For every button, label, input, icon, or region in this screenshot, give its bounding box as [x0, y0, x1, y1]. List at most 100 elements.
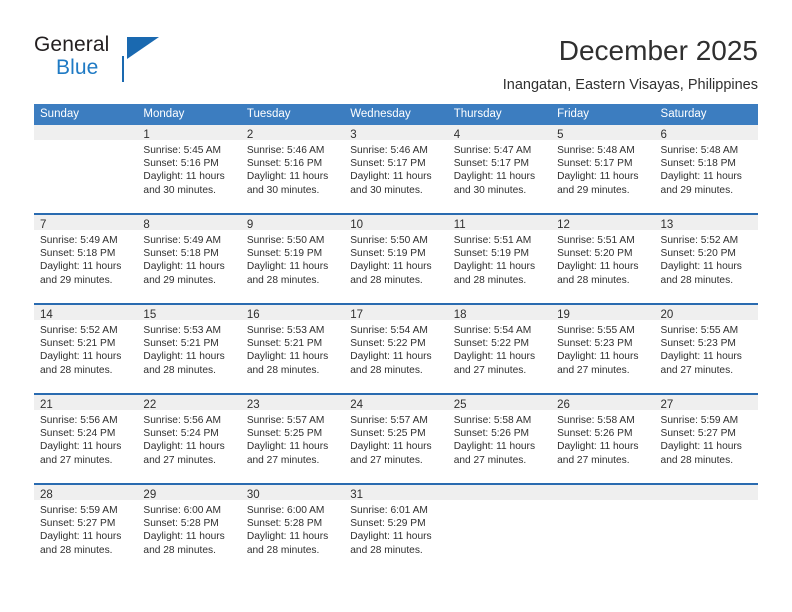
- daylight-duration-line1: Daylight: 11 hours: [350, 261, 432, 273]
- calendar-day-cell[interactable]: 15 Sunrise: 5:53 AM Sunset: 5:21 PM Dayligh…: [137, 305, 241, 393]
- sunset-time: Sunset: 5:26 PM: [557, 428, 633, 440]
- day-number-band: 25: [447, 395, 552, 411]
- calendar-week-row: 1 Sunrise: 5:45 AM Sunset: 5:16 PM Daylight…: [34, 125, 758, 213]
- day-number: 13: [660, 219, 674, 231]
- day-number: 23: [246, 399, 260, 411]
- weekday-header-sunday: Sunday: [40, 108, 80, 120]
- day-number-band: 19: [551, 305, 655, 321]
- day-details: Sunrise: 5:50 AM Sunset: 5:19 PM Daylight:…: [241, 230, 344, 287]
- calendar-day-cell[interactable]: 2 Sunrise: 5:46 AM Sunset: 5:16 PM Daylight…: [240, 125, 345, 213]
- calendar-day-cell[interactable]: 5 Sunrise: 5:48 AM Sunset: 5:17 PM Daylight…: [551, 125, 655, 213]
- daylight-duration-line2: and 28 minutes.: [557, 274, 630, 286]
- sunrise-time: Sunrise: 5:54 AM: [453, 325, 532, 336]
- calendar-day-cell[interactable]: 7 Sunrise: 5:49 AM Sunset: 5:18 PM Daylight…: [34, 215, 138, 303]
- sunset-time: Sunset: 5:22 PM: [350, 338, 426, 350]
- calendar-day-cell[interactable]: 4 Sunrise: 5:47 AM Sunset: 5:17 PM Daylight…: [447, 125, 552, 213]
- sunrise-time: Sunrise: 5:58 AM: [453, 415, 532, 426]
- page-header: General Blue December 2025 Inangatan, Ea…: [0, 0, 792, 100]
- day-number-band: 3: [344, 125, 448, 141]
- calendar-day-cell[interactable]: 17 Sunrise: 5:54 AM Sunset: 5:22 PM Dayligh…: [344, 305, 448, 393]
- daylight-duration-line1: Daylight: 11 hours: [40, 441, 122, 453]
- calendar-day-cell[interactable]: 26 Sunrise: 5:58 AM Sunset: 5:26 PM Dayligh…: [551, 395, 655, 483]
- calendar-week-cells: 7 Sunrise: 5:49 AM Sunset: 5:18 PM Daylight…: [34, 215, 758, 303]
- calendar-day-cell[interactable]: 10 Sunrise: 5:50 AM Sunset: 5:19 PM Dayligh…: [344, 215, 448, 303]
- sunset-time: Sunset: 5:28 PM: [246, 518, 323, 530]
- sunset-time: Sunset: 5:21 PM: [143, 338, 219, 350]
- daylight-duration-line1: Daylight: 11 hours: [453, 441, 536, 453]
- calendar-day-cell[interactable]: 24 Sunrise: 5:57 AM Sunset: 5:25 PM Dayligh…: [344, 395, 448, 483]
- calendar-day-cell[interactable]: 3 Sunrise: 5:46 AM Sunset: 5:17 PM Daylight…: [344, 125, 448, 213]
- sunrise-time: Sunrise: 5:58 AM: [557, 415, 635, 426]
- calendar-day-cell[interactable]: 19 Sunrise: 5:55 AM Sunset: 5:23 PM Dayligh…: [551, 305, 655, 393]
- day-number: 12: [557, 219, 570, 231]
- calendar-day-cell[interactable]: 22 Sunrise: 5:56 AM Sunset: 5:24 PM Dayligh…: [137, 395, 241, 483]
- day-number: 25: [453, 399, 467, 411]
- day-number-band: 2: [240, 125, 345, 141]
- calendar-day-cell[interactable]: 20 Sunrise: 5:55 AM Sunset: 5:23 PM Dayligh…: [654, 305, 758, 393]
- calendar-day-cell[interactable]: 27 Sunrise: 5:59 AM Sunset: 5:27 PM Dayligh…: [654, 395, 758, 483]
- calendar-day-cell-empty: [34, 125, 138, 213]
- daylight-duration-line1: Daylight: 11 hours: [660, 171, 742, 183]
- day-number-band: [551, 485, 655, 500]
- daylight-duration-line1: Daylight: 11 hours: [246, 441, 329, 453]
- day-number: 11: [453, 219, 466, 231]
- day-number: 17: [350, 309, 364, 321]
- sunset-time: Sunset: 5:20 PM: [557, 248, 633, 260]
- calendar-day-cell[interactable]: 12 Sunrise: 5:51 AM Sunset: 5:20 PM Dayligh…: [551, 215, 655, 303]
- sunset-time: Sunset: 5:21 PM: [40, 338, 116, 350]
- day-details: Sunrise: 5:46 AM Sunset: 5:16 PM Daylight:…: [241, 140, 344, 197]
- sunrise-time: Sunrise: 5:54 AM: [350, 325, 428, 336]
- calendar-day-cell[interactable]: 29 Sunrise: 6:00 AM Sunset: 5:28 PM Dayligh…: [137, 485, 241, 573]
- calendar-day-cell[interactable]: 25 Sunrise: 5:58 AM Sunset: 5:26 PM Dayligh…: [447, 395, 552, 483]
- day-details: Sunrise: 5:51 AM Sunset: 5:19 PM Daylight:…: [448, 230, 551, 287]
- daylight-duration-line2: and 30 minutes.: [350, 184, 423, 196]
- day-details: Sunrise: 5:53 AM Sunset: 5:21 PM Daylight:…: [241, 320, 344, 377]
- calendar-day-cell[interactable]: 28 Sunrise: 5:59 AM Sunset: 5:27 PM Dayligh…: [34, 485, 138, 573]
- brand-name-blue: Blue: [56, 56, 99, 79]
- calendar-day-cell[interactable]: 14 Sunrise: 5:52 AM Sunset: 5:21 PM Dayligh…: [34, 305, 138, 393]
- daylight-duration-line2: and 28 minutes.: [350, 364, 423, 376]
- day-number: 21: [40, 399, 53, 411]
- day-number-band: [34, 125, 138, 140]
- sunset-time: Sunset: 5:19 PM: [453, 248, 530, 260]
- day-number: 29: [143, 489, 157, 501]
- calendar-day-cell[interactable]: 18 Sunrise: 5:54 AM Sunset: 5:22 PM Dayligh…: [447, 305, 552, 393]
- day-number: 26: [557, 399, 570, 411]
- sunrise-time: Sunrise: 5:47 AM: [453, 145, 532, 156]
- sunrise-time: Sunrise: 5:48 AM: [660, 145, 739, 156]
- calendar-day-cell[interactable]: 16 Sunrise: 5:53 AM Sunset: 5:21 PM Dayligh…: [240, 305, 345, 393]
- calendar-day-cell[interactable]: 6 Sunrise: 5:48 AM Sunset: 5:18 PM Daylight…: [654, 125, 758, 213]
- calendar-day-cell[interactable]: 11 Sunrise: 5:51 AM Sunset: 5:19 PM Dayligh…: [447, 215, 552, 303]
- calendar-day-cell[interactable]: 8 Sunrise: 5:49 AM Sunset: 5:18 PM Daylight…: [137, 215, 241, 303]
- calendar-day-cell[interactable]: 9 Sunrise: 5:50 AM Sunset: 5:19 PM Daylight…: [240, 215, 345, 303]
- calendar-day-cell[interactable]: 23 Sunrise: 5:57 AM Sunset: 5:25 PM Dayligh…: [240, 395, 345, 483]
- calendar-week-row: 7 Sunrise: 5:49 AM Sunset: 5:18 PM Daylight…: [34, 213, 758, 303]
- calendar-day-cell[interactable]: 21 Sunrise: 5:56 AM Sunset: 5:24 PM Dayligh…: [34, 395, 138, 483]
- daylight-duration-line2: and 27 minutes.: [40, 454, 113, 466]
- daylight-duration-line2: and 30 minutes.: [453, 184, 527, 196]
- sunset-time: Sunset: 5:19 PM: [350, 248, 426, 260]
- daylight-duration-line2: and 28 minutes.: [453, 274, 527, 286]
- page-title: December 2025: [558, 35, 758, 66]
- calendar-day-cell[interactable]: 13 Sunrise: 5:52 AM Sunset: 5:20 PM Dayligh…: [654, 215, 758, 303]
- calendar-day-cell-empty: [447, 485, 552, 573]
- calendar-day-cell[interactable]: 31 Sunrise: 6:01 AM Sunset: 5:29 PM Dayligh…: [344, 485, 448, 573]
- calendar-grid: Sunday Monday Tuesday Wednesday Thursday…: [34, 104, 758, 573]
- sunrise-time: Sunrise: 5:59 AM: [660, 415, 739, 426]
- day-number-band: 1: [137, 125, 241, 141]
- day-number-band: 10: [344, 215, 448, 231]
- daylight-duration-line2: and 29 minutes.: [143, 274, 216, 286]
- location-subtitle: Inangatan, Eastern Visayas, Philippines: [502, 77, 758, 93]
- calendar-day-cell[interactable]: 30 Sunrise: 6:00 AM Sunset: 5:28 PM Dayligh…: [240, 485, 345, 573]
- day-number-band: 31: [344, 485, 448, 501]
- day-details: Sunrise: 5:54 AM Sunset: 5:22 PM Daylight:…: [448, 320, 551, 377]
- day-number: 22: [143, 399, 157, 411]
- calendar-week-cells: 28 Sunrise: 5:59 AM Sunset: 5:27 PM Dayligh…: [34, 485, 758, 573]
- day-number: 14: [40, 309, 53, 321]
- generalblue-logo[interactable]: General Blue: [34, 32, 174, 84]
- day-details: Sunrise: 5:50 AM Sunset: 5:19 PM Daylight:…: [344, 230, 447, 287]
- calendar-day-cell[interactable]: 1 Sunrise: 5:45 AM Sunset: 5:16 PM Daylight…: [137, 125, 241, 213]
- calendar-week-cells: 14 Sunrise: 5:52 AM Sunset: 5:21 PM Dayligh…: [34, 305, 758, 393]
- day-number-band: [654, 485, 758, 500]
- day-number-band: 14: [34, 305, 138, 321]
